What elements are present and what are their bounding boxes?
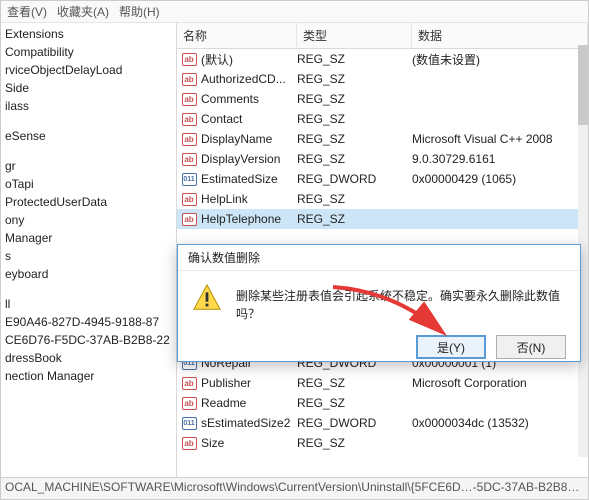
value-type: REG_SZ xyxy=(297,152,412,166)
table-row[interactable]: ab HelpTelephoneREG_SZ xyxy=(177,209,588,229)
value-type: REG_SZ xyxy=(297,436,412,450)
tree-item[interactable]: dressBook xyxy=(1,349,176,367)
value-name: Readme xyxy=(201,396,297,410)
value-type: REG_SZ xyxy=(297,376,412,390)
value-name: Contact xyxy=(201,112,297,126)
tree-item[interactable]: CE6D76-F5DC-37AB-B2B8-22 xyxy=(1,331,176,349)
dialog-message: 删除某些注册表值会引起系统不稳定。确实要永久删除此数值吗？ xyxy=(236,283,566,323)
scrollbar-thumb[interactable] xyxy=(578,45,588,125)
string-value-icon: ab xyxy=(181,375,197,391)
value-name: AuthorizedCD... xyxy=(201,72,297,86)
value-type: REG_SZ xyxy=(297,52,412,66)
column-headers: 名称 类型 数据 xyxy=(177,23,588,49)
confirm-delete-dialog: 确认数值删除 删除某些注册表值会引起系统不稳定。确实要永久删除此数值吗？ 是(Y… xyxy=(177,244,581,362)
tree-item[interactable]: oTapi xyxy=(1,175,176,193)
tree-item[interactable]: E90A46-827D-4945-9188-87 xyxy=(1,313,176,331)
string-value-icon: ab xyxy=(181,151,197,167)
value-type: REG_SZ xyxy=(297,92,412,106)
value-type: REG_DWORD xyxy=(297,416,412,430)
tree-item[interactable]: ProtectedUserData xyxy=(1,193,176,211)
tree-item[interactable]: ilass xyxy=(1,97,176,115)
string-value-icon: ab xyxy=(181,435,197,451)
value-data: Microsoft Corporation xyxy=(412,376,584,390)
value-type: REG_SZ xyxy=(297,72,412,86)
menubar: 查看(V) 收藏夹(A) 帮助(H) xyxy=(1,1,588,23)
value-data: 9.0.30729.6161 xyxy=(412,152,584,166)
string-value-icon: ab xyxy=(181,395,197,411)
warning-icon xyxy=(192,283,222,313)
menu-favorites[interactable]: 收藏夹(A) xyxy=(57,3,109,20)
col-data[interactable]: 数据 xyxy=(412,23,588,48)
table-row[interactable]: ab DisplayVersionREG_SZ9.0.30729.6161 xyxy=(177,149,588,169)
tree-panel[interactable]: Extensions Compatibility rviceObjectDela… xyxy=(1,23,177,479)
yes-button[interactable]: 是(Y) xyxy=(416,335,486,359)
value-data: 0x00000429 (1065) xyxy=(412,172,584,186)
table-row[interactable]: ab SizeREG_SZ xyxy=(177,433,588,453)
dialog-title: 确认数值删除 xyxy=(178,245,580,271)
table-row[interactable]: ab DisplayNameREG_SZMicrosoft Visual C++ … xyxy=(177,129,588,149)
value-type: REG_SZ xyxy=(297,112,412,126)
value-type: REG_SZ xyxy=(297,212,412,226)
menu-help[interactable]: 帮助(H) xyxy=(119,3,160,20)
value-name: EstimatedSize xyxy=(201,172,297,186)
table-row[interactable]: ab HelpLinkREG_SZ xyxy=(177,189,588,209)
value-name: HelpLink xyxy=(201,192,297,206)
value-name: sEstimatedSize2 xyxy=(201,416,297,430)
table-row[interactable]: ab CommentsREG_SZ xyxy=(177,89,588,109)
string-value-icon: ab xyxy=(181,111,197,127)
value-name: Publisher xyxy=(201,376,297,390)
table-row[interactable]: ab ReadmeREG_SZ xyxy=(177,393,588,413)
value-name: Size xyxy=(201,436,297,450)
table-row[interactable]: ab AuthorizedCD...REG_SZ xyxy=(177,69,588,89)
table-row[interactable]: 011 EstimatedSizeREG_DWORD0x00000429 (106… xyxy=(177,169,588,189)
menu-view[interactable]: 查看(V) xyxy=(7,3,47,20)
tree-item[interactable]: ll xyxy=(1,295,176,313)
status-path: OCAL_MACHINE\SOFTWARE\Microsoft\Windows\… xyxy=(5,480,579,494)
col-name[interactable]: 名称 xyxy=(177,23,297,48)
tree-item[interactable]: gr xyxy=(1,157,176,175)
no-button[interactable]: 否(N) xyxy=(496,335,566,359)
value-name: Comments xyxy=(201,92,297,106)
value-data: Microsoft Visual C++ 2008 xyxy=(412,132,584,146)
table-row[interactable]: 011 sEstimatedSize2REG_DWORD0x0000034dc (… xyxy=(177,413,588,433)
tree-item[interactable]: Extensions xyxy=(1,25,176,43)
value-data: 0x0000034dc (13532) xyxy=(412,416,584,430)
string-value-icon: ab xyxy=(181,91,197,107)
col-type[interactable]: 类型 xyxy=(297,23,412,48)
tree-item[interactable]: nection Manager xyxy=(1,367,176,385)
string-value-icon: ab xyxy=(181,131,197,147)
tree-item[interactable]: Manager xyxy=(1,229,176,247)
binary-value-icon: 011 xyxy=(181,415,197,431)
value-type: REG_SZ xyxy=(297,192,412,206)
tree-item[interactable]: s xyxy=(1,247,176,265)
value-name: DisplayName xyxy=(201,132,297,146)
string-value-icon: ab xyxy=(181,191,197,207)
tree-item[interactable]: eyboard xyxy=(1,265,176,283)
table-row[interactable]: ab(默认)REG_SZ(数值未设置) xyxy=(177,49,588,69)
tree-item[interactable]: rviceObjectDelayLoad xyxy=(1,61,176,79)
string-value-icon: ab xyxy=(181,51,197,67)
value-name: DisplayVersion xyxy=(201,152,297,166)
value-type: REG_SZ xyxy=(297,132,412,146)
table-row[interactable]: ab ContactREG_SZ xyxy=(177,109,588,129)
table-row[interactable]: ab PublisherREG_SZMicrosoft Corporation xyxy=(177,373,588,393)
string-value-icon: ab xyxy=(181,71,197,87)
value-data: (数值未设置) xyxy=(412,51,584,68)
tree-item[interactable]: Compatibility xyxy=(1,43,176,61)
tree-item[interactable]: eSense xyxy=(1,127,176,145)
tree-item[interactable]: Side xyxy=(1,79,176,97)
binary-value-icon: 011 xyxy=(181,171,197,187)
value-type: REG_SZ xyxy=(297,396,412,410)
value-type: REG_DWORD xyxy=(297,172,412,186)
status-bar: OCAL_MACHINE\SOFTWARE\Microsoft\Windows\… xyxy=(1,477,588,499)
string-value-icon: ab xyxy=(181,211,197,227)
value-name: HelpTelephone xyxy=(201,212,297,226)
value-name: (默认) xyxy=(201,51,297,68)
tree-item[interactable]: ony xyxy=(1,211,176,229)
